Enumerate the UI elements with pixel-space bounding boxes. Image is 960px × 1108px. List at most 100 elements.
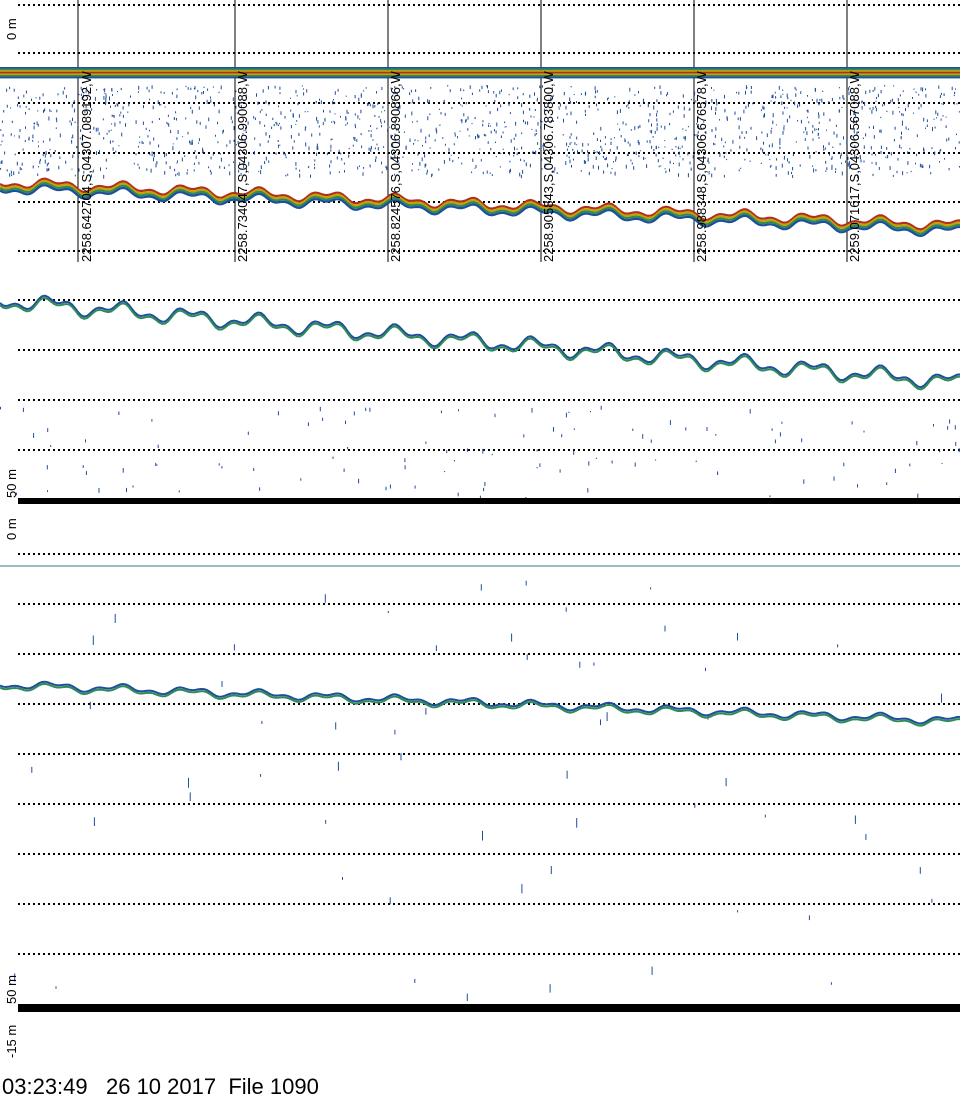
echo-speck — [368, 147, 370, 151]
echo-speck — [381, 171, 383, 174]
echo-speck — [522, 169, 524, 174]
echo-speck — [306, 89, 308, 93]
echo-speck — [48, 162, 49, 165]
echo-speck — [509, 112, 511, 114]
echo-speck — [626, 153, 628, 157]
echo-speck — [160, 91, 162, 94]
echo-speck — [172, 146, 174, 151]
echo-speck — [64, 87, 66, 90]
echo-speck — [875, 107, 877, 112]
echo-speck — [874, 87, 876, 91]
echo-speck — [383, 146, 385, 148]
echo-speck — [141, 140, 143, 144]
echo-speck — [673, 162, 674, 165]
echo-speck — [280, 111, 282, 115]
echo-speck — [926, 119, 928, 123]
echo-speck — [337, 761, 339, 771]
echo-speck — [916, 440, 918, 446]
echo-speck — [110, 105, 111, 108]
echo-speck — [319, 406, 321, 412]
echo-speck — [159, 103, 160, 106]
echo-speck — [515, 121, 517, 126]
echo-speck — [920, 103, 922, 108]
echo-speck — [482, 171, 484, 175]
echo-speck — [656, 99, 658, 103]
echo-speck — [457, 492, 459, 497]
echo-speck — [512, 87, 514, 91]
echo-speck — [775, 166, 777, 170]
echo-speck — [38, 166, 39, 168]
echo-speck — [151, 151, 153, 154]
echo-speck — [329, 110, 331, 113]
echo-speck — [103, 95, 105, 100]
echo-speck — [880, 129, 882, 133]
echo-speck — [521, 103, 523, 107]
echo-speck — [715, 127, 717, 131]
echo-speck — [894, 126, 896, 130]
echo-speck — [664, 125, 666, 130]
echo-speck — [468, 135, 470, 137]
echo-speck — [85, 439, 86, 443]
echo-speck — [372, 139, 374, 141]
echo-speck — [899, 94, 901, 97]
echo-speck — [818, 102, 820, 106]
echo-speck — [277, 139, 279, 142]
echo-speck — [394, 729, 396, 735]
echo-speck — [659, 85, 661, 89]
echo-speck — [1, 140, 3, 143]
echo-speck — [494, 413, 496, 418]
echo-speck — [915, 162, 916, 165]
echo-speck — [56, 109, 58, 113]
echo-speck — [147, 135, 149, 138]
echo-speck — [760, 147, 762, 151]
echo-speck — [797, 119, 799, 122]
echo-speck — [876, 97, 877, 99]
echo-speck — [920, 87, 922, 91]
echo-speck — [458, 409, 459, 412]
echo-speck — [418, 96, 420, 101]
echo-speck — [910, 170, 912, 173]
echo-speck — [472, 158, 474, 162]
echo-speck — [259, 110, 261, 113]
echo-speck — [932, 127, 933, 132]
echo-speck — [475, 136, 476, 140]
echo-speck — [566, 142, 568, 146]
echo-speck — [259, 143, 261, 147]
echo-speck — [175, 111, 177, 114]
echo-speck — [489, 111, 491, 115]
echo-speck — [165, 153, 167, 157]
echo-speck — [139, 136, 141, 138]
echo-speck — [520, 158, 522, 161]
echo-speck — [260, 170, 262, 175]
echo-speck — [689, 107, 691, 111]
echo-speck — [212, 153, 214, 156]
echo-speck — [46, 163, 48, 167]
echo-speck — [865, 133, 867, 137]
echo-speck — [499, 166, 501, 168]
echo-speck — [148, 89, 150, 93]
echo-speck — [44, 154, 46, 158]
echo-speck — [35, 97, 37, 99]
echo-speck — [381, 125, 383, 128]
echo-speck — [807, 109, 809, 113]
echo-speck — [438, 168, 440, 171]
echo-speck — [878, 166, 880, 170]
echo-speck — [664, 625, 666, 632]
echo-speck — [797, 104, 799, 108]
echo-speck — [617, 123, 619, 125]
echo-speck — [638, 91, 639, 94]
echo-speck — [580, 170, 582, 172]
echo-speck — [594, 95, 596, 99]
echo-speck — [370, 148, 372, 152]
echo-speck — [745, 85, 747, 90]
echo-speck — [786, 118, 788, 123]
echo-speck — [156, 161, 158, 165]
echo-speck — [901, 123, 903, 126]
echo-speck — [639, 104, 641, 107]
echo-speck — [194, 86, 196, 90]
echo-speck — [557, 116, 559, 119]
echo-speck — [31, 98, 32, 101]
echo-speck — [480, 584, 482, 591]
echo-speck — [745, 105, 747, 109]
echo-speck — [786, 93, 788, 98]
